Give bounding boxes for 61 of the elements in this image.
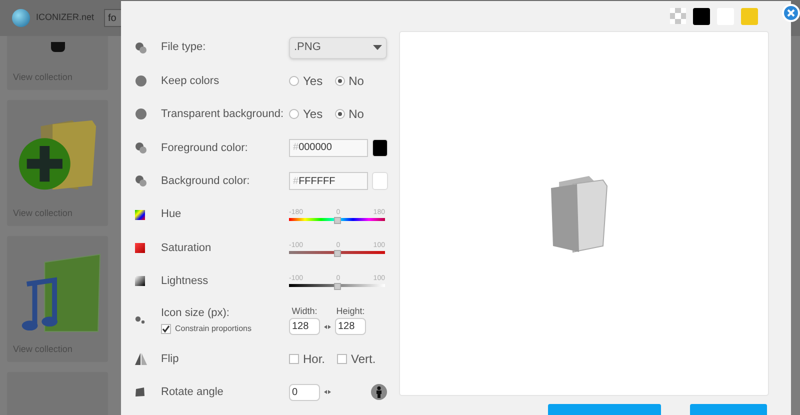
slider-track[interactable] [289, 218, 385, 221]
setting-label: Foreground color: [161, 140, 249, 156]
setting-label: Transparent background: [161, 107, 284, 122]
icon-fragment [50, 42, 64, 52]
setting-label: Keep colors [161, 74, 220, 89]
dots-icon [135, 142, 147, 154]
radio-option[interactable]: Yes [289, 72, 323, 90]
link-arrows-icon [324, 390, 331, 394]
transparent-swatch[interactable] [670, 8, 686, 24]
setting-label: Rotate angle [161, 384, 224, 400]
color-swatch[interactable] [741, 8, 758, 24]
slider-thumb[interactable] [334, 250, 341, 258]
circle-icon [135, 75, 147, 88]
link-arrows-icon [324, 324, 331, 329]
width-label: Width: [292, 304, 318, 318]
color-hex-field[interactable]: #FFFFFF [289, 172, 368, 190]
radio-option[interactable]: Yes [289, 105, 323, 124]
radio-button[interactable] [289, 76, 299, 86]
radio-option[interactable]: No [334, 72, 364, 90]
setting-label: Flip [161, 352, 180, 367]
radio-button[interactable] [334, 76, 345, 86]
setting-label: Saturation [161, 240, 212, 256]
color-swatch[interactable] [372, 138, 388, 157]
radio-button[interactable] [289, 109, 299, 120]
dots-icon [135, 316, 145, 324]
gradient-square-icon [135, 210, 145, 220]
circle-icon [135, 108, 147, 120]
height-label: Height: [336, 304, 365, 318]
color-swatch[interactable] [693, 8, 710, 24]
gradient-square-icon [135, 276, 145, 286]
setting-label: Lightness [161, 274, 210, 290]
checkbox-option[interactable]: Vert. [337, 350, 376, 368]
caret-icon [373, 45, 382, 50]
width-field[interactable]: 128 [289, 318, 320, 336]
height-field[interactable]: 128 [335, 318, 366, 336]
setting-label: Icon size (px): [161, 306, 230, 321]
checkbox-option[interactable]: Hor. [289, 350, 326, 368]
setting-label: Hue [161, 207, 182, 222]
color-swatch[interactable] [372, 172, 388, 190]
person-icon[interactable] [371, 384, 387, 400]
slider-track[interactable] [289, 284, 385, 288]
file-type-dropdown[interactable]: .PNG [289, 36, 387, 59]
slider-track[interactable] [289, 251, 385, 254]
slider-thumb[interactable] [334, 216, 341, 224]
checkbox[interactable] [337, 354, 348, 364]
color-hex-field[interactable]: #000000 [289, 138, 368, 157]
checkbox[interactable] [161, 324, 171, 334]
dots-icon [135, 42, 147, 54]
rotate-angle-field[interactable]: 0 [289, 384, 320, 401]
slider-thumb[interactable] [334, 283, 341, 290]
dots-icon [135, 175, 147, 188]
checkbox-option[interactable]: Constrain proportions [161, 323, 289, 336]
logo-globe-icon [12, 9, 30, 27]
setting-label: Background color: [161, 174, 251, 189]
checkbox[interactable] [289, 354, 299, 364]
close-icon [787, 9, 795, 17]
setting-label: File type: [161, 40, 207, 56]
gradient-square-icon [135, 243, 145, 254]
radio-button[interactable] [334, 109, 345, 120]
flip-icon [135, 352, 147, 365]
radio-option[interactable]: No [334, 105, 364, 124]
